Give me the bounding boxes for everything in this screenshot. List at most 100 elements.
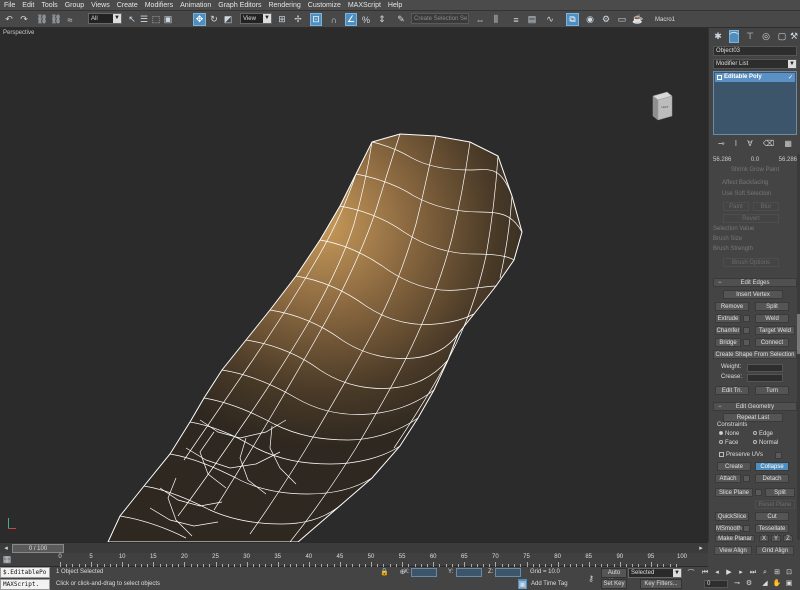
bridge-button[interactable]: Bridge [715, 338, 741, 347]
brush-options-button[interactable]: Brush Options [723, 258, 779, 267]
next-frame-icon[interactable]: ▸ [696, 543, 706, 553]
planar-z-button[interactable]: Z [783, 535, 793, 542]
mirror-icon[interactable]: ⇔ [474, 13, 486, 26]
utilities-tab-icon[interactable]: ⚒ [789, 30, 799, 43]
snap-toggle-icon[interactable]: ∩ [328, 13, 340, 26]
select-manipulate-icon[interactable]: ✢ [292, 13, 304, 26]
y-coord-field[interactable] [456, 568, 482, 577]
graphite-ribbon-icon[interactable]: ▤ [526, 13, 538, 26]
preserve-uvs-checkbox[interactable]: Preserve UVs [719, 452, 763, 458]
undo-icon[interactable]: ↶ [3, 13, 15, 26]
percent-snap-icon[interactable]: % [360, 13, 372, 26]
modify-tab-icon[interactable]: ⌒ [729, 30, 739, 43]
pivot-center-icon[interactable]: ⊞ [276, 13, 288, 26]
curve-editor-icon[interactable]: ∿ [544, 13, 556, 26]
crease-spinner[interactable] [747, 374, 783, 382]
selection-filter-dropdown[interactable]: All ▼ [88, 13, 122, 24]
make-planar-button[interactable]: Make Planar [715, 535, 755, 542]
revert-button[interactable]: Revert [723, 214, 779, 223]
extrude-button[interactable]: Extrude [715, 314, 741, 323]
menu-create[interactable]: Create [117, 2, 138, 9]
chamfer-settings-icon[interactable] [743, 327, 750, 334]
grid-align-button[interactable]: Grid Align [756, 546, 794, 555]
play-icon[interactable]: ▶ [724, 568, 734, 577]
target-weld-button[interactable]: Target Weld [755, 326, 795, 335]
edit-named-sets-icon[interactable]: ✎ [395, 13, 407, 26]
edit-geometry-rollout-header[interactable]: − Edit Geometry [713, 402, 797, 411]
planar-x-button[interactable]: X [759, 535, 769, 542]
time-slider-thumb[interactable]: 0 / 100 [12, 544, 64, 553]
angle-snap-icon[interactable]: ∠ [345, 13, 357, 26]
blur-button[interactable]: Blur [753, 202, 779, 211]
extrude-settings-icon[interactable] [743, 315, 750, 322]
rect-selection-icon[interactable]: ⬚ [151, 13, 161, 26]
select-rotate-icon[interactable]: ↻ [208, 13, 220, 26]
add-time-tag-label[interactable]: Add Time Tag [531, 581, 568, 587]
collapse-button[interactable]: Collapse [755, 462, 789, 471]
zoom-icon[interactable]: ⌕ [760, 568, 770, 577]
default-tangent-icon[interactable]: ⌒ [686, 568, 696, 578]
key-selection-dropdown[interactable]: Selected ▼ [628, 568, 682, 578]
select-move-icon[interactable]: ✥ [193, 13, 206, 26]
spinner-snap-icon[interactable]: ⇕ [376, 13, 388, 26]
menu-edit[interactable]: Edit [22, 2, 34, 9]
split-edge-button[interactable]: Split [755, 302, 789, 311]
slice-settings-icon[interactable] [755, 489, 762, 496]
expand-toggle-icon[interactable] [717, 75, 722, 80]
menu-help[interactable]: Help [388, 2, 402, 9]
paint-button[interactable]: Paint [723, 202, 749, 211]
detach-button[interactable]: Detach [755, 474, 789, 483]
preserve-uvs-settings-icon[interactable] [775, 452, 782, 459]
time-tag-icon[interactable]: ▣ [518, 579, 527, 589]
menu-maxscript[interactable]: MAXScript [348, 2, 381, 9]
attach-list-icon[interactable] [743, 475, 750, 482]
time-config-icon[interactable]: ⚙ [744, 579, 754, 588]
render-setup-icon[interactable]: ⚙ [600, 13, 612, 26]
quickslice-button[interactable]: QuickSlice [715, 512, 749, 521]
zoom-extents-icon[interactable]: ⊡ [784, 568, 794, 577]
split-geometry-button[interactable]: Split [765, 488, 795, 497]
create-button[interactable]: Create [717, 462, 751, 471]
key-icon[interactable]: ⚷ [585, 573, 597, 583]
repeat-last-button[interactable]: Repeat Last [723, 413, 783, 422]
viewcube-icon[interactable]: LEFT [650, 90, 674, 122]
modifier-list-dropdown[interactable]: Modifier List ▼ [713, 59, 797, 69]
menu-rendering[interactable]: Rendering [268, 2, 300, 9]
edit-tri-button[interactable]: Edit Tri. [715, 386, 749, 395]
object-name-field[interactable]: Object03 [713, 46, 797, 56]
bind-spacewarp-icon[interactable]: ≈ [64, 13, 76, 26]
z-coord-field[interactable] [495, 568, 521, 577]
redo-icon[interactable]: ↷ [18, 13, 30, 26]
align-icon[interactable]: ⫼ [490, 13, 502, 26]
go-to-start-icon[interactable]: ⏮ [700, 568, 710, 577]
zoom-all-icon[interactable]: ⊞ [772, 568, 782, 577]
named-selection-set-field[interactable]: Create Selection Se [411, 13, 469, 24]
remove-modifier-icon[interactable]: ⌫ [763, 139, 774, 150]
show-end-result-icon[interactable]: ǀ [735, 139, 737, 150]
insert-vertex-button[interactable]: Insert Vertex [723, 290, 783, 299]
x-coord-field[interactable] [411, 568, 437, 577]
menu-graph-editors[interactable]: Graph Editors [218, 2, 261, 9]
constraint-none-radio[interactable]: None [719, 431, 739, 437]
field-of-view-icon[interactable]: ◢ [760, 579, 770, 588]
maxscript-input-line[interactable]: MAXScript. [0, 579, 50, 590]
macro-label[interactable]: Macro1 [650, 13, 680, 26]
configure-sets-icon[interactable]: ▦ [784, 139, 792, 150]
menu-modifiers[interactable]: Modifiers [145, 2, 173, 9]
perspective-viewport[interactable]: Perspective LEFT [0, 28, 708, 542]
stack-item-editable-poly[interactable]: Editable Poly [715, 73, 795, 82]
key-filters-button[interactable]: Key Filters... [640, 579, 682, 589]
pin-stack-icon[interactable]: ⊸ [718, 139, 725, 150]
menu-tools[interactable]: Tools [41, 2, 57, 9]
layer-manager-icon[interactable]: ≡ [510, 13, 522, 26]
next-key-icon[interactable]: ▸ [736, 568, 746, 577]
prev-frame-icon[interactable]: ◂ [1, 543, 11, 553]
constraint-face-radio[interactable]: Face [719, 440, 738, 446]
menu-animation[interactable]: Animation [180, 2, 211, 9]
make-unique-icon[interactable]: ∀ [747, 139, 752, 150]
bridge-settings-icon[interactable] [743, 339, 750, 346]
keyboard-shortcut-override-icon[interactable]: ⊡ [310, 13, 322, 26]
auto-key-button[interactable]: Auto Key [601, 568, 627, 585]
weight-spinner[interactable] [747, 364, 783, 372]
display-tab-icon[interactable]: ▢ [777, 30, 787, 43]
